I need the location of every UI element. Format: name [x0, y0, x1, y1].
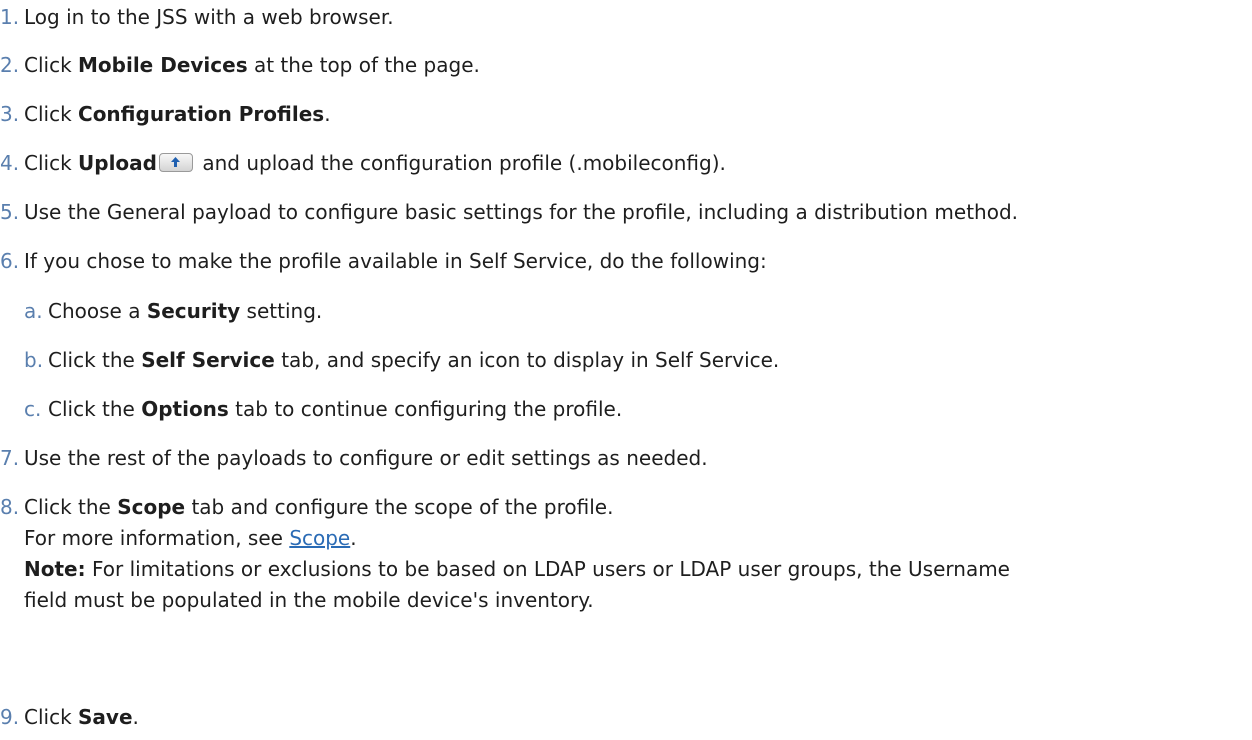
step-number: 8.	[0, 495, 20, 519]
ui-term-configuration-profiles: Configuration Profiles	[78, 102, 325, 126]
step-4: 4. Click Upload and upload the configurat…	[0, 148, 726, 179]
step-number: 2.	[0, 53, 20, 77]
procedure-steps: 1. Log in to the JSS with a web browser. …	[0, 0, 1252, 740]
step-number: 6.	[0, 249, 20, 273]
step-text-post: .	[132, 705, 139, 729]
step-text-pre: Click	[24, 151, 79, 175]
step-text-post: tab to continue configuring the profile.	[228, 397, 623, 421]
step-text-pre: Click the	[48, 397, 142, 421]
step-text-post: tab and configure the scope of the profi…	[185, 495, 614, 519]
step-text-post: setting.	[240, 299, 323, 323]
substep-c: c. Click the Options tab to continue conf…	[24, 394, 622, 425]
substep-letter: b.	[24, 348, 44, 372]
step-1: 1. Log in to the JSS with a web browser.	[0, 2, 394, 33]
step-number: 5.	[0, 200, 20, 224]
step-text: Use the General payload to configure bas…	[24, 200, 1019, 224]
step-7: 7. Use the rest of the payloads to config…	[0, 443, 708, 474]
step-text-post: at the top of the page.	[247, 53, 480, 77]
step-text-post: and upload the configuration profile (.m…	[195, 151, 726, 175]
step-text-pre: Click	[24, 102, 79, 126]
step-text-post: .	[324, 102, 331, 126]
ui-term-save: Save	[78, 705, 133, 729]
note-text-continued: field must be populated in the mobile de…	[24, 588, 594, 612]
step-number: 3.	[0, 102, 20, 126]
step-5: 5. Use the General payload to configure b…	[0, 197, 1018, 228]
step-8: 8. Click the Scope tab and configure the …	[0, 492, 1010, 616]
step-number: 7.	[0, 446, 20, 470]
step-text-pre: Choose a	[48, 299, 147, 323]
step-text-pre: Click	[24, 705, 79, 729]
step-text: If you chose to make the profile availab…	[24, 249, 767, 273]
ui-term-mobile-devices: Mobile Devices	[78, 53, 248, 77]
step-number: 4.	[0, 151, 20, 175]
substep-letter: a.	[24, 299, 43, 323]
step-text: Log in to the JSS with a web browser.	[24, 5, 394, 29]
step-text-pre: Click	[24, 53, 79, 77]
step-3: 3. Click Configuration Profiles.	[0, 99, 331, 130]
ui-term-security: Security	[146, 299, 241, 323]
more-info-end: .	[350, 526, 357, 550]
step-number: 1.	[0, 5, 20, 29]
ui-term-upload: Upload	[78, 151, 157, 175]
substep-a: a. Choose a Security setting.	[24, 296, 322, 327]
substep-b: b. Click the Self Service tab, and specif…	[24, 345, 779, 376]
step-2: 2. Click Mobile Devices at the top of the…	[0, 50, 480, 81]
upload-arrow-icon	[158, 153, 193, 172]
scope-link[interactable]: Scope	[289, 526, 350, 550]
step-number: 9.	[0, 705, 20, 729]
step-text-post: tab, and specify an icon to display in S…	[274, 348, 780, 372]
ui-term-options: Options	[141, 397, 229, 421]
ui-term-scope: Scope	[117, 495, 186, 519]
substep-letter: c.	[24, 397, 42, 421]
step-6: 6. If you chose to make the profile avail…	[0, 246, 767, 277]
ui-term-self-service: Self Service	[141, 348, 275, 372]
note-label: Note:	[24, 557, 86, 581]
more-info-text: For more information, see	[24, 526, 290, 550]
step-text-pre: Click the	[48, 348, 142, 372]
step-9: 9. Click Save.	[0, 702, 139, 733]
step-text-pre: Click the	[24, 495, 118, 519]
step-text: Use the rest of the payloads to configur…	[24, 446, 708, 470]
note-text: For limitations or exclusions to be base…	[85, 557, 1010, 581]
